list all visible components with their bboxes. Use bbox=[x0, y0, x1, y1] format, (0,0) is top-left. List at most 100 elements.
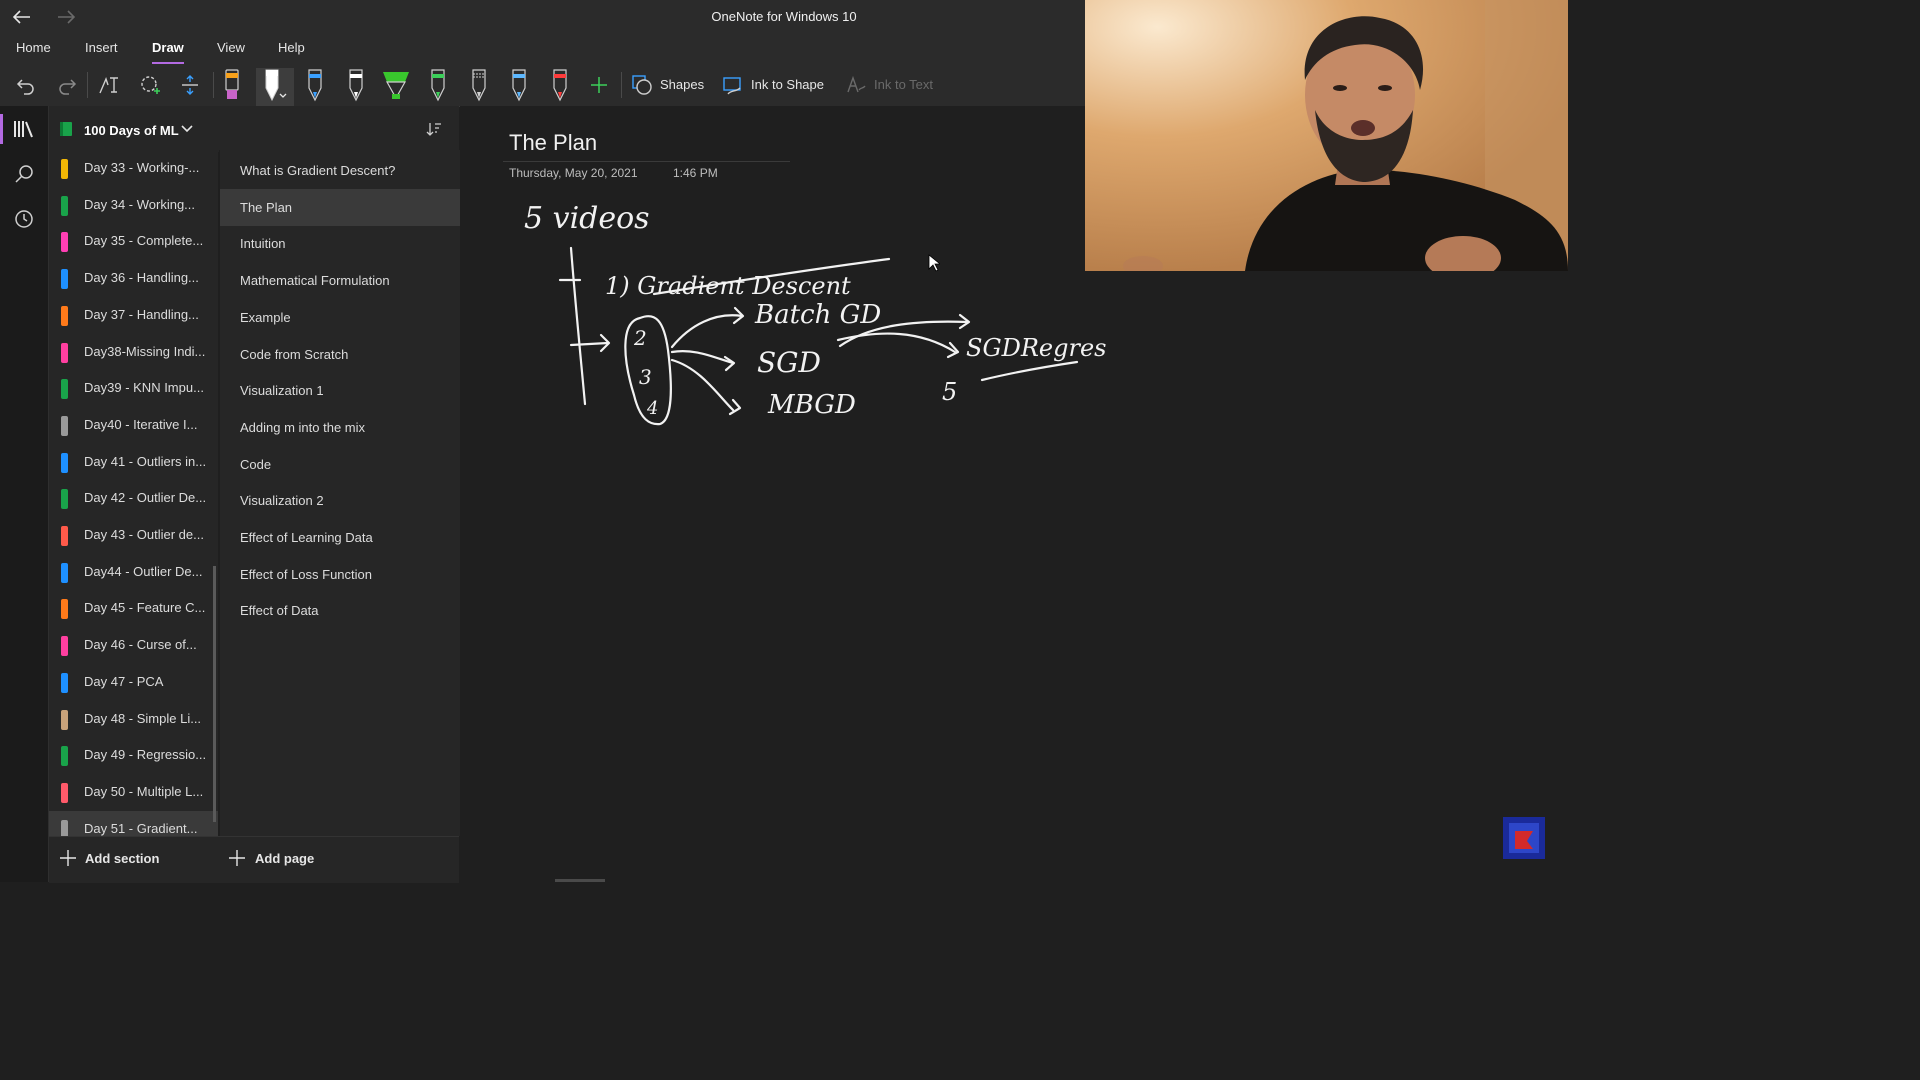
tab-help[interactable]: Help bbox=[278, 40, 305, 55]
section-item[interactable]: Day 46 - Curse of... bbox=[49, 627, 218, 664]
notebook-name[interactable]: 100 Days of ML bbox=[84, 123, 179, 138]
pen-white[interactable] bbox=[343, 68, 369, 102]
forward-button[interactable] bbox=[53, 5, 79, 29]
pen-light-blue[interactable] bbox=[506, 68, 532, 102]
pen-white-selected[interactable] bbox=[261, 68, 287, 102]
ink-to-text-icon-wrap bbox=[843, 72, 869, 98]
section-item[interactable]: Day 33 - Working-... bbox=[49, 150, 218, 187]
toolbar-divider bbox=[213, 72, 214, 98]
shapes-icon-wrap[interactable] bbox=[629, 72, 655, 98]
page-item[interactable]: Code from Scratch bbox=[220, 336, 460, 373]
section-label: Day 43 - Outlier de... bbox=[84, 527, 204, 542]
tab-draw[interactable]: Draw bbox=[152, 40, 184, 55]
pencil-white[interactable] bbox=[466, 68, 492, 102]
section-color-tab bbox=[61, 195, 68, 216]
highlighter-icon bbox=[225, 69, 239, 99]
search-button[interactable] bbox=[11, 161, 37, 187]
add-page-button[interactable]: Add page bbox=[255, 851, 314, 866]
section-item[interactable]: Day 51 - Gradient... bbox=[49, 810, 218, 836]
pen-green-highlighter[interactable] bbox=[381, 68, 411, 102]
page-item[interactable]: Code bbox=[220, 446, 460, 483]
section-item[interactable]: Day 48 - Simple Li... bbox=[49, 701, 218, 738]
page-item[interactable]: Adding m into the mix bbox=[220, 409, 460, 446]
section-item[interactable]: Day 50 - Multiple L... bbox=[49, 774, 218, 811]
search-icon bbox=[15, 165, 33, 183]
section-item[interactable]: Day 36 - Handling... bbox=[49, 260, 218, 297]
section-color-tab bbox=[61, 415, 68, 436]
section-item[interactable]: Day39 - KNN Impu... bbox=[49, 370, 218, 407]
section-item[interactable]: Day 42 - Outlier De... bbox=[49, 480, 218, 517]
add-pen-button[interactable] bbox=[586, 72, 612, 98]
section-color-tab bbox=[61, 782, 68, 803]
type-select-icon bbox=[99, 77, 118, 94]
section-color-tab bbox=[61, 562, 68, 583]
pages-list: What is Gradient Descent? The Plan Intuiti… bbox=[219, 150, 460, 836]
page-item[interactable]: Visualization 1 bbox=[220, 372, 460, 409]
section-label: Day 36 - Handling... bbox=[84, 270, 199, 286]
add-remove-space-button[interactable] bbox=[177, 72, 203, 98]
add-section-button[interactable]: Add section bbox=[85, 851, 159, 866]
page-item[interactable]: Mathematical Formulation bbox=[220, 262, 460, 299]
page-item[interactable]: Visualization 2 bbox=[220, 482, 460, 519]
ink-to-shape-button[interactable]: Ink to Shape bbox=[751, 77, 824, 92]
type-select-button[interactable] bbox=[96, 72, 122, 98]
toolbar-divider bbox=[621, 72, 622, 98]
pen-icon bbox=[431, 69, 445, 102]
tab-view[interactable]: View bbox=[217, 40, 245, 55]
pen-red[interactable] bbox=[547, 68, 573, 102]
section-item[interactable]: Day40 - Iterative I... bbox=[49, 407, 218, 444]
page-label: Mathematical Formulation bbox=[240, 273, 390, 289]
section-item[interactable]: Day 41 - Outliers in... bbox=[49, 444, 218, 481]
section-label: Day 51 - Gradient... bbox=[84, 820, 198, 836]
plus-icon bbox=[591, 77, 607, 93]
section-item[interactable]: Day 47 - PCA bbox=[49, 664, 218, 701]
add-section-plus-icon bbox=[60, 850, 76, 866]
section-item[interactable]: Day44 - Outlier De... bbox=[49, 554, 218, 591]
section-label: Day 47 - PCA bbox=[84, 673, 164, 689]
section-item[interactable]: Day38-Missing Indi... bbox=[49, 334, 218, 371]
ink-to-shape-icon-wrap[interactable] bbox=[720, 72, 746, 98]
section-item[interactable]: Day 49 - Regressio... bbox=[49, 737, 218, 774]
pen-blue[interactable] bbox=[302, 68, 328, 102]
page-item[interactable]: Example bbox=[220, 299, 460, 336]
page-item[interactable]: The Plan bbox=[220, 188, 460, 226]
section-item[interactable]: Day 35 - Complete... bbox=[49, 223, 218, 260]
canvas-horizontal-scrollbar[interactable] bbox=[555, 879, 605, 882]
section-color-tab bbox=[61, 489, 68, 510]
page-item[interactable]: Effect of Loss Function bbox=[220, 556, 460, 593]
section-color-tab bbox=[61, 819, 68, 836]
tab-home[interactable]: Home bbox=[16, 40, 51, 55]
notebooks-button[interactable] bbox=[11, 116, 37, 142]
toolbar-divider bbox=[87, 72, 88, 98]
pen-highlighter-yellow[interactable] bbox=[219, 68, 245, 102]
page-label: Intuition bbox=[240, 236, 286, 252]
recent-button[interactable] bbox=[11, 206, 37, 232]
redo-icon bbox=[59, 79, 77, 95]
section-label: Day38-Missing Indi... bbox=[84, 343, 206, 359]
clock-icon bbox=[15, 210, 33, 228]
pen-icon bbox=[512, 69, 526, 102]
tab-insert[interactable]: Insert bbox=[85, 40, 118, 55]
pen-green[interactable] bbox=[425, 68, 451, 102]
sections-scrollbar[interactable] bbox=[213, 566, 216, 822]
page-item[interactable]: What is Gradient Descent? bbox=[220, 152, 460, 189]
lasso-select-button[interactable] bbox=[137, 72, 163, 98]
mouse-cursor-icon bbox=[928, 254, 940, 272]
page-item[interactable]: Effect of Data bbox=[220, 592, 460, 629]
page-item[interactable]: Intuition bbox=[220, 225, 460, 262]
undo-button[interactable] bbox=[13, 72, 39, 98]
section-item[interactable]: Day 34 - Working... bbox=[49, 187, 218, 224]
forward-arrow-icon bbox=[58, 10, 75, 24]
section-item[interactable]: Day 45 - Feature C... bbox=[49, 590, 218, 627]
section-item[interactable]: Day 43 - Outlier de... bbox=[49, 517, 218, 554]
section-item[interactable]: Day 37 - Handling... bbox=[49, 297, 218, 334]
page-label: Code from Scratch bbox=[240, 346, 349, 362]
section-label: Day 42 - Outlier De... bbox=[84, 490, 207, 506]
shapes-button[interactable]: Shapes bbox=[660, 77, 704, 92]
ink-to-shape-icon bbox=[723, 77, 741, 95]
ink-to-text-icon bbox=[847, 75, 866, 93]
page-title[interactable]: The Plan bbox=[509, 130, 597, 156]
redo-button[interactable] bbox=[54, 72, 80, 98]
back-button[interactable] bbox=[9, 5, 35, 29]
page-item[interactable]: Effect of Learning Data bbox=[220, 519, 460, 556]
